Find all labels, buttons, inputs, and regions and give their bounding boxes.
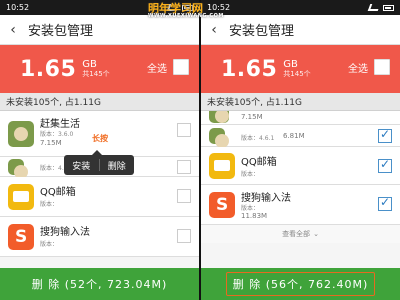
app-name: QQ邮箱 [40,187,76,198]
select-all-checkbox[interactable] [374,59,390,75]
longpress-label: 长按 [92,134,108,143]
status-icons [367,4,394,11]
watermark-sub: WWW.XUEXIWANG.COM [148,13,224,19]
item-checkbox[interactable] [177,160,191,174]
storage-summary: 1.65 GB 共145个 全选 [201,45,400,93]
delete-action-label: 删 除 (56个, 762.40M) [232,278,369,291]
select-all-label: 全选 [147,63,167,75]
app-name: 赶集生活 [40,119,80,130]
app-version: 版本：3.6.0 [40,131,74,138]
app-name: 搜狗输入法 [241,193,291,204]
section-header: 未安装105个, 占1.11G [201,93,400,111]
total-size-value: 1.65 [20,56,77,82]
item-checkbox[interactable] [177,123,191,137]
select-all[interactable]: 全选 [348,59,390,75]
sogou-icon [8,224,34,250]
battery-icon [383,4,394,11]
select-all[interactable]: 全选 [147,59,189,75]
list-item[interactable]: QQ邮箱 版本： [201,147,400,185]
deer-icon [8,159,28,179]
app-size: 6.81M [283,132,305,140]
size-unit: GB [283,59,298,71]
app-version: 版本： [40,241,59,248]
delete-button[interactable]: 删除 [100,159,135,172]
app-version: 版本：4.6.1 [241,135,275,142]
right-screen: 10:52 ‹ 安装包管理 1.65 GB 共145个 全选 未安装105个, … [201,0,400,300]
total-size-value: 1.65 [221,56,278,82]
item-checkbox-checked[interactable] [378,127,392,143]
back-icon[interactable]: ‹ [6,22,20,38]
item-checkbox[interactable] [177,229,191,243]
item-checkbox[interactable] [177,189,191,203]
sogou-icon [209,192,235,218]
section-header: 未安装105个, 占1.11G [0,93,199,111]
app-size: 7.15M [241,113,263,121]
page-title: 安装包管理 [28,24,94,39]
delete-action-label: 删 除 (52个, 723.04M) [31,278,168,291]
size-meta: GB 共145个 [283,60,310,78]
app-name: QQ邮箱 [241,157,277,168]
mail-icon [8,184,34,210]
install-button[interactable]: 安装 [64,159,99,172]
page-title: 安装包管理 [229,24,295,39]
storage-summary: 1.65 GB 共145个 全选 [0,45,199,93]
list-item[interactable]: 7.15M [201,111,400,125]
size-count: 共145个 [283,69,311,78]
title-bar: ‹ 安装包管理 [201,15,400,45]
context-popup: 安装 删除 [64,150,135,175]
size-count: 共145个 [82,69,110,78]
delete-action-highlight: 删 除 (56个, 762.40M) [225,272,376,296]
list-item[interactable]: 版本：4.6.1 6.81M [201,125,400,148]
list-item[interactable]: 搜狗输入法 版本： 11.83M [201,185,400,225]
delete-action-button[interactable]: 删 除 (52个, 723.04M) [0,268,199,300]
app-version: 版本： [40,201,59,208]
back-icon[interactable]: ‹ [207,22,221,38]
item-checkbox-checked[interactable] [378,157,392,173]
app-version: 版本： [241,171,260,178]
status-time: 10:52 [6,3,30,12]
app-version: 版本： [241,205,260,212]
app-name: 搜狗输入法 [40,227,90,238]
delete-action-button[interactable]: 删 除 (56个, 762.40M) [201,268,400,300]
left-screen: 10:52 ‹ 安装包管理 1.65 GB 共145个 全选 未安装105个, … [0,0,199,300]
package-list: 7.15M 版本：4.6.1 6.81M QQ邮箱 版本： 搜狗输入法 版本： … [201,111,400,268]
view-all-link[interactable]: 查看全部 ⌄ [201,225,400,243]
app-size: 11.83M [241,212,268,220]
size-meta: GB 共145个 [82,60,109,78]
status-bar: 10:52 [201,0,400,15]
select-all-label: 全选 [348,63,368,75]
size-unit: GB [82,59,97,71]
package-list: 赶集生活 版本：3.6.0 7.15M 版本：4.6.1 QQ邮箱 版本： 搜狗… [0,111,199,268]
select-all-checkbox[interactable] [173,59,189,75]
deer-icon [209,111,229,123]
mail-icon [209,153,235,179]
list-item[interactable]: 搜狗输入法 版本： [0,217,199,257]
site-watermark: 明年学习网 WWW.XUEXIWANG.COM [148,3,224,19]
chevron-down-icon: ⌄ [313,230,319,238]
signal-icon [367,4,381,11]
screenshot-pair: 10:52 ‹ 安装包管理 1.65 GB 共145个 全选 未安装105个, … [0,0,400,300]
app-size: 7.15M [40,139,62,147]
title-bar: ‹ 安装包管理 [0,15,199,45]
view-all-label: 查看全部 [282,230,311,238]
list-item[interactable]: QQ邮箱 版本： [0,177,199,217]
deer-icon [8,121,34,147]
item-checkbox-checked[interactable] [378,195,392,211]
deer-icon [209,128,229,148]
